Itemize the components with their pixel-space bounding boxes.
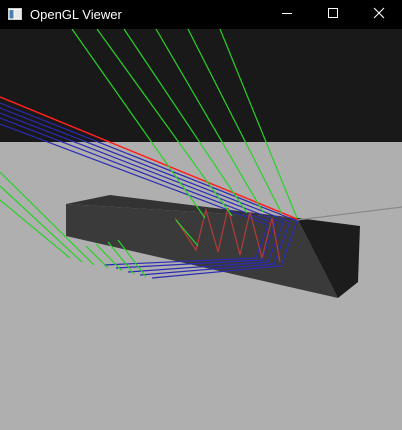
minimize-button[interactable] [264,0,310,29]
maximize-icon [327,6,339,24]
minimize-icon [281,6,293,24]
maximize-button[interactable] [310,0,356,29]
window-title: OpenGL Viewer [30,7,122,22]
close-icon [373,6,385,24]
title-bar[interactable]: OpenGL Viewer [0,0,402,29]
opengl-viewport[interactable] [0,29,402,430]
scene-canvas[interactable] [0,29,402,430]
application-window-icon [8,7,22,20]
sky-background [0,29,402,142]
close-button[interactable] [356,0,402,29]
